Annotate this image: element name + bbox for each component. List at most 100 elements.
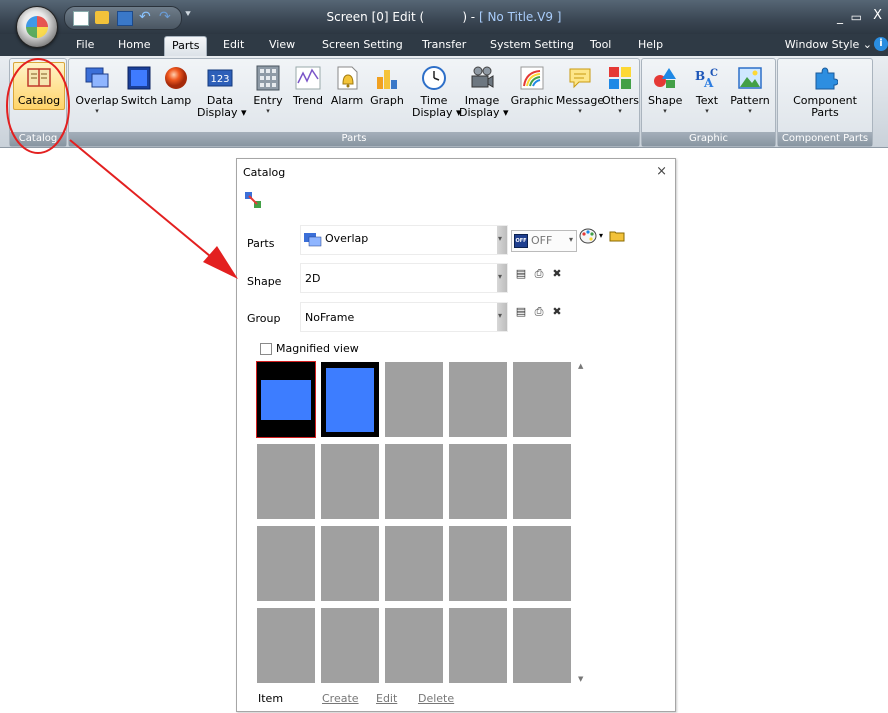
shape-button[interactable]: Shape ▾ (648, 65, 682, 115)
catalog-item[interactable] (449, 608, 507, 683)
new-document-icon[interactable]: ▤ (515, 306, 527, 318)
tab-transfer[interactable]: Transfer (422, 38, 466, 51)
text-button[interactable]: B A C Text ▾ (692, 65, 722, 115)
catalog-item[interactable] (513, 526, 571, 601)
catalog-item[interactable] (321, 444, 379, 519)
parts-select-value: Overlap (325, 232, 369, 245)
chevron-down-icon[interactable] (497, 226, 507, 254)
message-button[interactable]: Message ▾ (555, 65, 605, 115)
catalog-item[interactable] (385, 444, 443, 519)
switch-icon (127, 66, 151, 90)
catalog-item[interactable] (256, 361, 316, 438)
create-link[interactable]: Create (322, 692, 359, 705)
entry-label: Entry (253, 94, 283, 107)
tab-file[interactable]: File (76, 38, 94, 51)
shapes-icon (654, 68, 676, 88)
others-button[interactable]: Others ▾ (602, 65, 639, 115)
catalog-tool-icon[interactable] (244, 191, 262, 209)
catalog-item[interactable] (449, 526, 507, 601)
tab-tool[interactable]: Tool (590, 38, 611, 51)
application-menu-button[interactable] (16, 6, 58, 48)
switch-button[interactable]: Switch (120, 65, 158, 107)
group-label: Group (247, 312, 281, 325)
time-display-button[interactable]: Time Display ▾ (412, 65, 462, 119)
magnified-view-checkbox[interactable] (260, 343, 272, 355)
data-display-button[interactable]: 123 Data Display ▾ (197, 65, 247, 119)
chevron-down-icon[interactable] (497, 264, 507, 292)
alarm-button[interactable]: Alarm (330, 65, 364, 107)
pattern-button[interactable]: Pattern ▾ (729, 65, 771, 115)
graphic-group-label: Graphic (642, 132, 775, 146)
minimize-icon[interactable]: _ ▭ (837, 10, 862, 24)
catalog-panel: Catalog × Parts Overlap OFF OFF ▾ ▾ Shap… (236, 158, 676, 712)
close-icon[interactable]: × (656, 164, 667, 179)
graph-button[interactable]: Graph (369, 65, 405, 107)
component-parts-label-2: Parts (811, 106, 839, 119)
svg-text:123: 123 (210, 74, 229, 85)
pattern-label: Pattern (730, 94, 770, 107)
others-label: Others (602, 94, 639, 107)
parts-select[interactable]: Overlap (300, 225, 508, 255)
folder-icon[interactable] (609, 230, 625, 242)
image-display-button[interactable]: Image Display ▾ (459, 65, 509, 119)
catalog-item[interactable] (321, 526, 379, 601)
new-document-icon[interactable]: ▤ (515, 268, 527, 280)
delete-icon[interactable]: ✖ (551, 268, 563, 280)
catalog-item[interactable] (513, 362, 571, 437)
close-icon[interactable]: X (873, 8, 882, 23)
off-state-select[interactable]: OFF OFF ▾ (511, 230, 577, 252)
lamp-button[interactable]: Lamp (160, 65, 192, 107)
catalog-item[interactable] (257, 608, 315, 683)
delete-icon[interactable]: ✖ (551, 306, 563, 318)
overlap-icon (304, 233, 322, 247)
window-style-menu[interactable]: Window Style ⌄ (785, 38, 872, 51)
component-parts-button[interactable]: Component Parts (786, 65, 864, 119)
alarm-icon (337, 66, 358, 90)
title-bar: ↶ ↷ ⯆ Screen [0] Edit ( ) - [ No Title.V… (0, 0, 888, 34)
group-select[interactable]: NoFrame (300, 302, 508, 332)
entry-button[interactable]: Entry ▾ (251, 65, 285, 115)
item-label: Item (258, 692, 284, 705)
tab-home[interactable]: Home (118, 38, 150, 51)
chevron-down-icon[interactable]: ▾ (599, 231, 603, 240)
catalog-group: Catalog Catalog (9, 58, 67, 147)
tab-system-setting[interactable]: System Setting (490, 38, 574, 51)
speech-bubble-icon (569, 68, 591, 89)
scroll-down-icon[interactable]: ▼ (578, 675, 583, 683)
print-icon[interactable]: ⎙ (533, 306, 545, 318)
delete-link[interactable]: Delete (418, 692, 454, 705)
tab-edit[interactable]: Edit (223, 38, 244, 51)
tab-view[interactable]: View (269, 38, 295, 51)
info-icon[interactable]: i (874, 37, 888, 51)
chevron-down-icon[interactable] (497, 303, 507, 331)
catalog-item[interactable] (385, 362, 443, 437)
scroll-up-icon[interactable]: ▲ (578, 362, 583, 370)
overlap-button[interactable]: Overlap ▾ (75, 65, 119, 115)
catalog-item[interactable] (513, 608, 571, 683)
catalog-button[interactable]: Catalog (13, 62, 65, 110)
chevron-down-icon: ▾ (95, 107, 99, 115)
lamp-icon (165, 67, 187, 89)
catalog-item[interactable] (449, 444, 507, 519)
catalog-item[interactable] (257, 526, 315, 601)
catalog-item[interactable] (449, 362, 507, 437)
tab-parts[interactable]: Parts (164, 36, 208, 56)
data-display-label-2: Display (197, 106, 238, 119)
catalog-item[interactable] (257, 444, 315, 519)
print-icon[interactable]: ⎙ (533, 268, 545, 280)
tab-help[interactable]: Help (638, 38, 663, 51)
shape-select[interactable]: 2D (300, 263, 508, 293)
graphic-button[interactable]: Graphic (509, 65, 555, 107)
grid-scrollbar[interactable]: ▲ ▼ (577, 362, 587, 683)
catalog-item[interactable] (513, 444, 571, 519)
graphic-label: Graphic (510, 94, 554, 107)
catalog-item[interactable] (321, 362, 379, 437)
catalog-item[interactable] (385, 608, 443, 683)
catalog-item[interactable] (385, 526, 443, 601)
tab-screen-setting[interactable]: Screen Setting (322, 38, 403, 51)
edit-link[interactable]: Edit (376, 692, 397, 705)
catalog-item[interactable] (321, 608, 379, 683)
trend-button[interactable]: Trend (291, 65, 325, 107)
palette-icon[interactable] (579, 228, 597, 244)
data-display-icon: 123 (207, 69, 233, 87)
